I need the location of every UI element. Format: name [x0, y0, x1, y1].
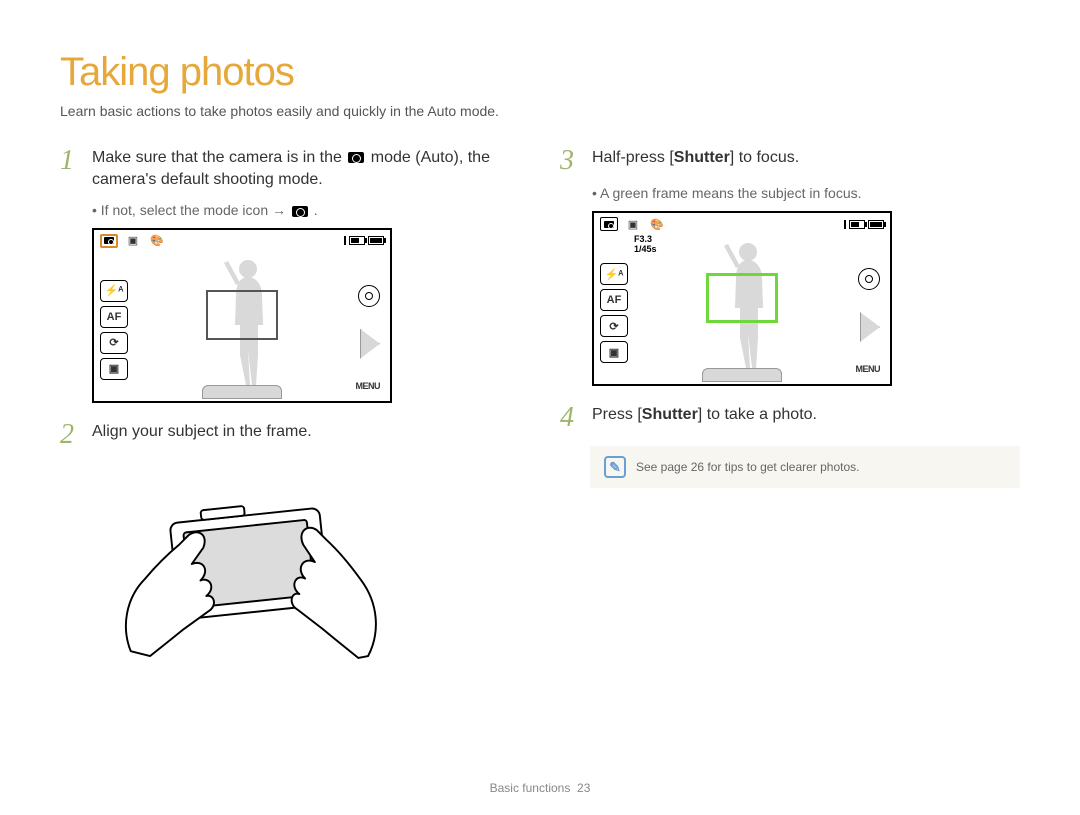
- content-columns: 1 Make sure that the camera is in the mo…: [60, 147, 1020, 679]
- step-4-number: 4: [560, 404, 580, 432]
- focus-frame-green: [706, 273, 778, 323]
- signal-bar-icon: [844, 220, 846, 229]
- record-icon: [858, 268, 880, 290]
- step-1-number: 1: [60, 147, 80, 192]
- mode-palette-icon: 🎨: [648, 217, 666, 231]
- note-icon: ✎: [604, 456, 626, 478]
- step-3-number: 3: [560, 147, 580, 175]
- lcd2-sidebar: ⚡ᴬ AF ⟳ ▣: [600, 263, 628, 363]
- mode-scene-icon: ▣: [124, 234, 142, 248]
- camera-mode-icon: [348, 152, 364, 163]
- focus-frame: [206, 290, 278, 340]
- record-icon: [358, 285, 380, 307]
- page-footer: Basic functions 23: [0, 781, 1080, 795]
- camera-screen-focus: ▣ 🎨 F3.3 1/45s ⚡ᴬ AF ⟳: [592, 211, 892, 386]
- mode-scene-icon: ▣: [624, 217, 642, 231]
- step-4-after: ] to take a photo.: [698, 406, 817, 423]
- lcd-top-right: [344, 236, 384, 245]
- slider-handle-icon: [360, 329, 380, 359]
- step-4-before: Press [: [592, 406, 642, 423]
- exposure-info: F3.3 1/45s: [634, 235, 657, 255]
- step-3-before: Half-press [: [592, 149, 674, 166]
- lcd2-topbar: ▣ 🎨: [600, 217, 884, 231]
- af-button: AF: [600, 289, 628, 311]
- page-title: Taking photos: [60, 50, 1020, 95]
- step-4: 4 Press [Shutter] to take a photo.: [560, 404, 1020, 432]
- step-1-text: Make sure that the camera is in the mode…: [92, 147, 520, 192]
- page-subtitle: Learn basic actions to take photos easil…: [60, 103, 1020, 119]
- signal-bar-icon: [344, 236, 346, 245]
- lcd2-top-right: [844, 220, 884, 229]
- step-1-sub-before: If not, select the mode icon →: [101, 202, 290, 218]
- mode-camera-icon: [100, 234, 118, 248]
- shutter-speed: 1/45s: [634, 245, 657, 255]
- step-1-sub: If not, select the mode icon → .: [92, 202, 520, 218]
- lcd-top-left: ▣ 🎨: [100, 234, 166, 248]
- hands-holding-camera-illustration: [92, 459, 402, 669]
- right-column: 3 Half-press [Shutter] to focus. A green…: [560, 147, 1020, 679]
- menu-label: MENU: [856, 364, 881, 374]
- mode-palette-icon: 🎨: [148, 234, 166, 248]
- slider-handle-icon: [860, 312, 880, 342]
- step-1-text-before: Make sure that the camera is in the: [92, 149, 346, 166]
- step-2-number: 2: [60, 421, 80, 449]
- bottom-tray-icon: [202, 385, 282, 399]
- left-column: 1 Make sure that the camera is in the mo…: [60, 147, 520, 679]
- display-button: ▣: [100, 358, 128, 380]
- lcd-sidebar: ⚡ᴬ AF ⟳ ▣: [100, 280, 128, 380]
- af-button: AF: [100, 306, 128, 328]
- mode-camera-icon: [600, 217, 618, 231]
- step-3-sub: A green frame means the subject in focus…: [592, 185, 1020, 201]
- camera-mode-icon: [292, 206, 308, 217]
- menu-label: MENU: [356, 381, 381, 391]
- lcd2-top-left: ▣ 🎨: [600, 217, 666, 231]
- display-button: ▣: [600, 341, 628, 363]
- step-3-text: Half-press [Shutter] to focus.: [592, 147, 1020, 175]
- step-3: 3 Half-press [Shutter] to focus.: [560, 147, 1020, 175]
- flash-auto-button: ⚡ᴬ: [600, 263, 628, 285]
- tip-note: ✎ See page 26 for tips to get clearer ph…: [590, 446, 1020, 488]
- step-3-bold: Shutter: [674, 149, 730, 166]
- lcd-topbar: ▣ 🎨: [100, 234, 384, 248]
- step-3-after: ] to focus.: [730, 149, 799, 166]
- step-2-text: Align your subject in the frame.: [92, 421, 520, 449]
- bottom-tray-icon: [702, 368, 782, 382]
- battery-full-icon: [868, 220, 884, 229]
- step-2: 2 Align your subject in the frame.: [60, 421, 520, 449]
- battery-full-icon: [368, 236, 384, 245]
- footer-page-number: 23: [577, 781, 590, 795]
- timer-button: ⟳: [600, 315, 628, 337]
- battery-half-icon: [849, 220, 865, 229]
- lcd2-rightside: MENU: [850, 268, 880, 374]
- timer-button: ⟳: [100, 332, 128, 354]
- flash-auto-button: ⚡ᴬ: [100, 280, 128, 302]
- step-1: 1 Make sure that the camera is in the mo…: [60, 147, 520, 192]
- step-1-sub-after: .: [314, 202, 318, 218]
- step-4-bold: Shutter: [642, 406, 698, 423]
- lcd-rightside: MENU: [350, 285, 380, 391]
- camera-screen-auto: ▣ 🎨 ⚡ᴬ AF ⟳ ▣: [92, 228, 392, 403]
- footer-section: Basic functions: [490, 781, 571, 795]
- battery-half-icon: [349, 236, 365, 245]
- step-4-text: Press [Shutter] to take a photo.: [592, 404, 1020, 432]
- note-text: See page 26 for tips to get clearer phot…: [636, 460, 859, 474]
